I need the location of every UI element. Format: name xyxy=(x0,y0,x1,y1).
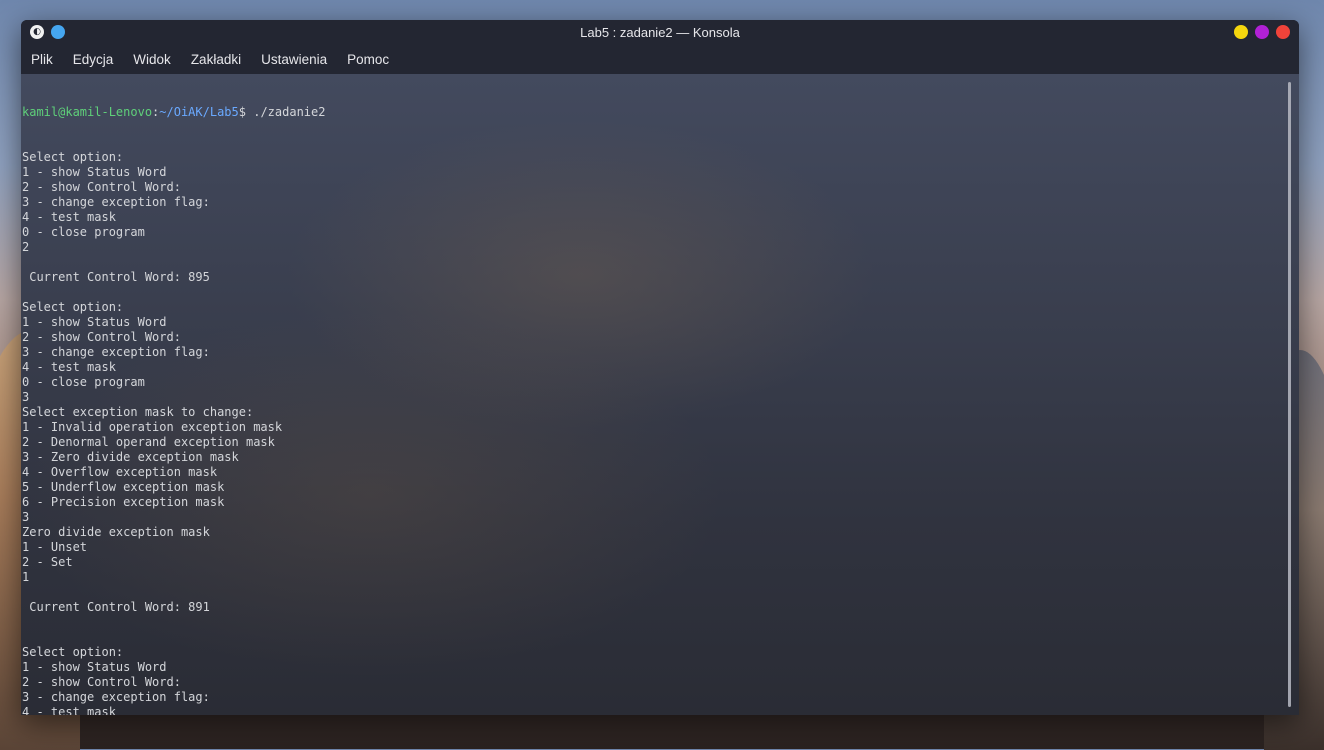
terminal-line: 3 xyxy=(22,510,30,524)
window-title: Lab5 : zadanie2 — Konsola xyxy=(580,24,740,40)
terminal-line: Current Control Word: 891 xyxy=(22,600,210,614)
menu-zakladki[interactable]: Zakładki xyxy=(181,52,251,67)
terminal-line: 2 - Denormal operand exception mask xyxy=(22,435,275,449)
terminal-line: 5 - Underflow exception mask xyxy=(22,480,225,494)
terminal-line: Current Control Word: 895 xyxy=(22,270,210,284)
terminal-area[interactable]: kamil@kamil-Lenovo:~/OiAK/Lab5$ ./zadani… xyxy=(21,74,1299,715)
terminal-line: 4 - test mask xyxy=(22,210,116,224)
menu-plik[interactable]: Plik xyxy=(21,52,63,67)
pin-button[interactable] xyxy=(51,25,65,39)
maximize-button[interactable] xyxy=(1255,25,1269,39)
prompt-path: ~/OiAK/Lab5 xyxy=(159,105,239,119)
close-button[interactable] xyxy=(1276,25,1290,39)
terminal-line: 6 - Precision exception mask xyxy=(22,495,225,509)
menu-bar: Plik Edycja Widok Zakładki Ustawienia Po… xyxy=(21,44,1299,74)
terminal-output: kamil@kamil-Lenovo:~/OiAK/Lab5$ ./zadani… xyxy=(22,75,1279,715)
terminal-line: Select option: xyxy=(22,300,124,314)
prompt-symbol: $ xyxy=(238,105,246,119)
terminal-line: 3 - change exception flag: xyxy=(22,345,210,359)
terminal-line: 3 - change exception flag: xyxy=(22,690,210,704)
menu-edycja[interactable]: Edycja xyxy=(63,52,124,67)
terminal-line: Zero divide exception mask xyxy=(22,525,210,539)
konsole-window: ◐ Lab5 : zadanie2 — Konsola Plik Edycja … xyxy=(21,20,1299,715)
terminal-line: 4 - test mask xyxy=(22,705,116,715)
terminal-line: 3 - Zero divide exception mask xyxy=(22,450,239,464)
terminal-line: 1 - Invalid operation exception mask xyxy=(22,420,283,434)
terminal-line: 2 - show Control Word: xyxy=(22,180,181,194)
minimize-button[interactable] xyxy=(1234,25,1248,39)
terminal-line: Select exception mask to change: xyxy=(22,405,254,419)
terminal-scrollbar[interactable] xyxy=(1288,82,1291,707)
terminal-line: 0 - close program xyxy=(22,375,145,389)
prompt-user-host: kamil@kamil-Lenovo xyxy=(22,105,153,119)
terminal-line: 2 - show Control Word: xyxy=(22,675,181,689)
terminal-line: 1 - show Status Word xyxy=(22,165,167,179)
menu-widok[interactable]: Widok xyxy=(123,52,181,67)
terminal-line: 2 - show Control Word: xyxy=(22,330,181,344)
terminal-line: 2 xyxy=(22,240,30,254)
terminal-line: 1 - Unset xyxy=(22,540,88,554)
terminal-line: 3 xyxy=(22,390,30,404)
terminal-line: 1 - show Status Word xyxy=(22,315,167,329)
terminal-line: 0 - close program xyxy=(22,225,145,239)
terminal-line: Select option: xyxy=(22,645,124,659)
terminal-line: 4 - test mask xyxy=(22,360,116,374)
prompt-command: ./zadanie2 xyxy=(253,105,326,119)
terminal-line: 1 xyxy=(22,570,30,584)
terminal-line: 4 - Overflow exception mask xyxy=(22,465,218,479)
konsole-app-icon[interactable]: ◐ xyxy=(30,25,44,39)
menu-pomoc[interactable]: Pomoc xyxy=(337,52,399,67)
terminal-line: Select option: xyxy=(22,150,124,164)
terminal-line: 2 - Set xyxy=(22,555,73,569)
menu-ustawienia[interactable]: Ustawienia xyxy=(251,52,337,67)
title-left-controls: ◐ xyxy=(30,25,65,39)
terminal-line: 3 - change exception flag: xyxy=(22,195,210,209)
window-controls xyxy=(1234,25,1290,39)
prompt-line: kamil@kamil-Lenovo:~/OiAK/Lab5$ ./zadani… xyxy=(22,105,1279,120)
title-bar[interactable]: ◐ Lab5 : zadanie2 — Konsola xyxy=(21,20,1299,44)
terminal-line: 1 - show Status Word xyxy=(22,660,167,674)
